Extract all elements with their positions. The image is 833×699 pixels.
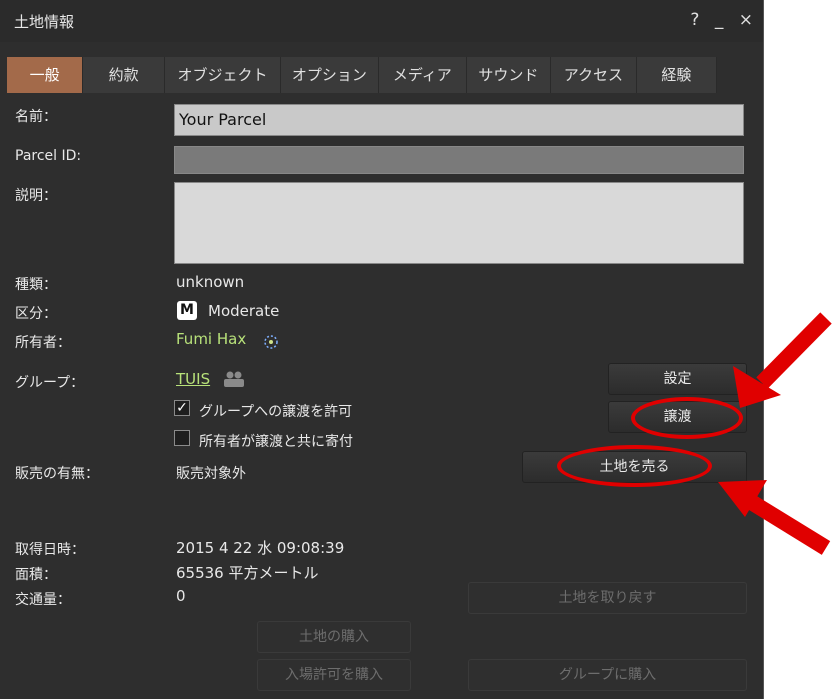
upper-arrow-icon [733, 312, 832, 408]
annotation-arrows [718, 312, 832, 555]
lower-arrow-icon [718, 480, 831, 555]
